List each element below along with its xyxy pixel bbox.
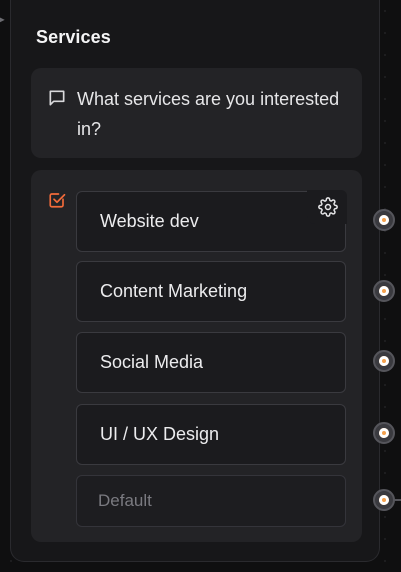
choice-label: Content Marketing [100,281,248,301]
output-port-website-dev[interactable] [373,209,395,231]
services-node[interactable]: Services What services are you intereste… [10,0,380,562]
output-connection-line [394,499,401,501]
choice-label: Social Media [100,352,204,372]
question-card[interactable]: What services are you interested in? [31,68,362,158]
default-placeholder: Default [98,491,152,510]
output-port-default[interactable] [373,489,395,511]
checkbox-icon [49,193,66,208]
choice-item-website-dev[interactable]: Website dev [76,190,347,252]
output-port-social-media[interactable] [373,350,395,372]
choice-settings-button[interactable] [307,190,347,224]
choices-card: Website dev Content Marketing Social Med… [31,170,362,542]
message-square-icon [49,90,65,106]
choice-item-ui-ux-design[interactable]: UI / UX Design [76,404,346,465]
incoming-connection-arrow: ► [0,14,7,26]
output-port-ui-ux-design[interactable] [373,422,395,444]
choice-label: Website dev [100,211,199,231]
output-port-content-marketing[interactable] [373,280,395,302]
question-text[interactable]: What services are you interested in? [77,84,347,144]
gear-icon [318,197,338,217]
choice-item-content-marketing[interactable]: Content Marketing [76,261,346,322]
default-choice-input[interactable]: Default [76,475,346,527]
node-title: Services [36,27,111,47]
choice-item-social-media[interactable]: Social Media [76,332,346,393]
choice-label: UI / UX Design [100,424,220,444]
flow-canvas[interactable]: ► Services What services are you interes… [0,0,401,572]
